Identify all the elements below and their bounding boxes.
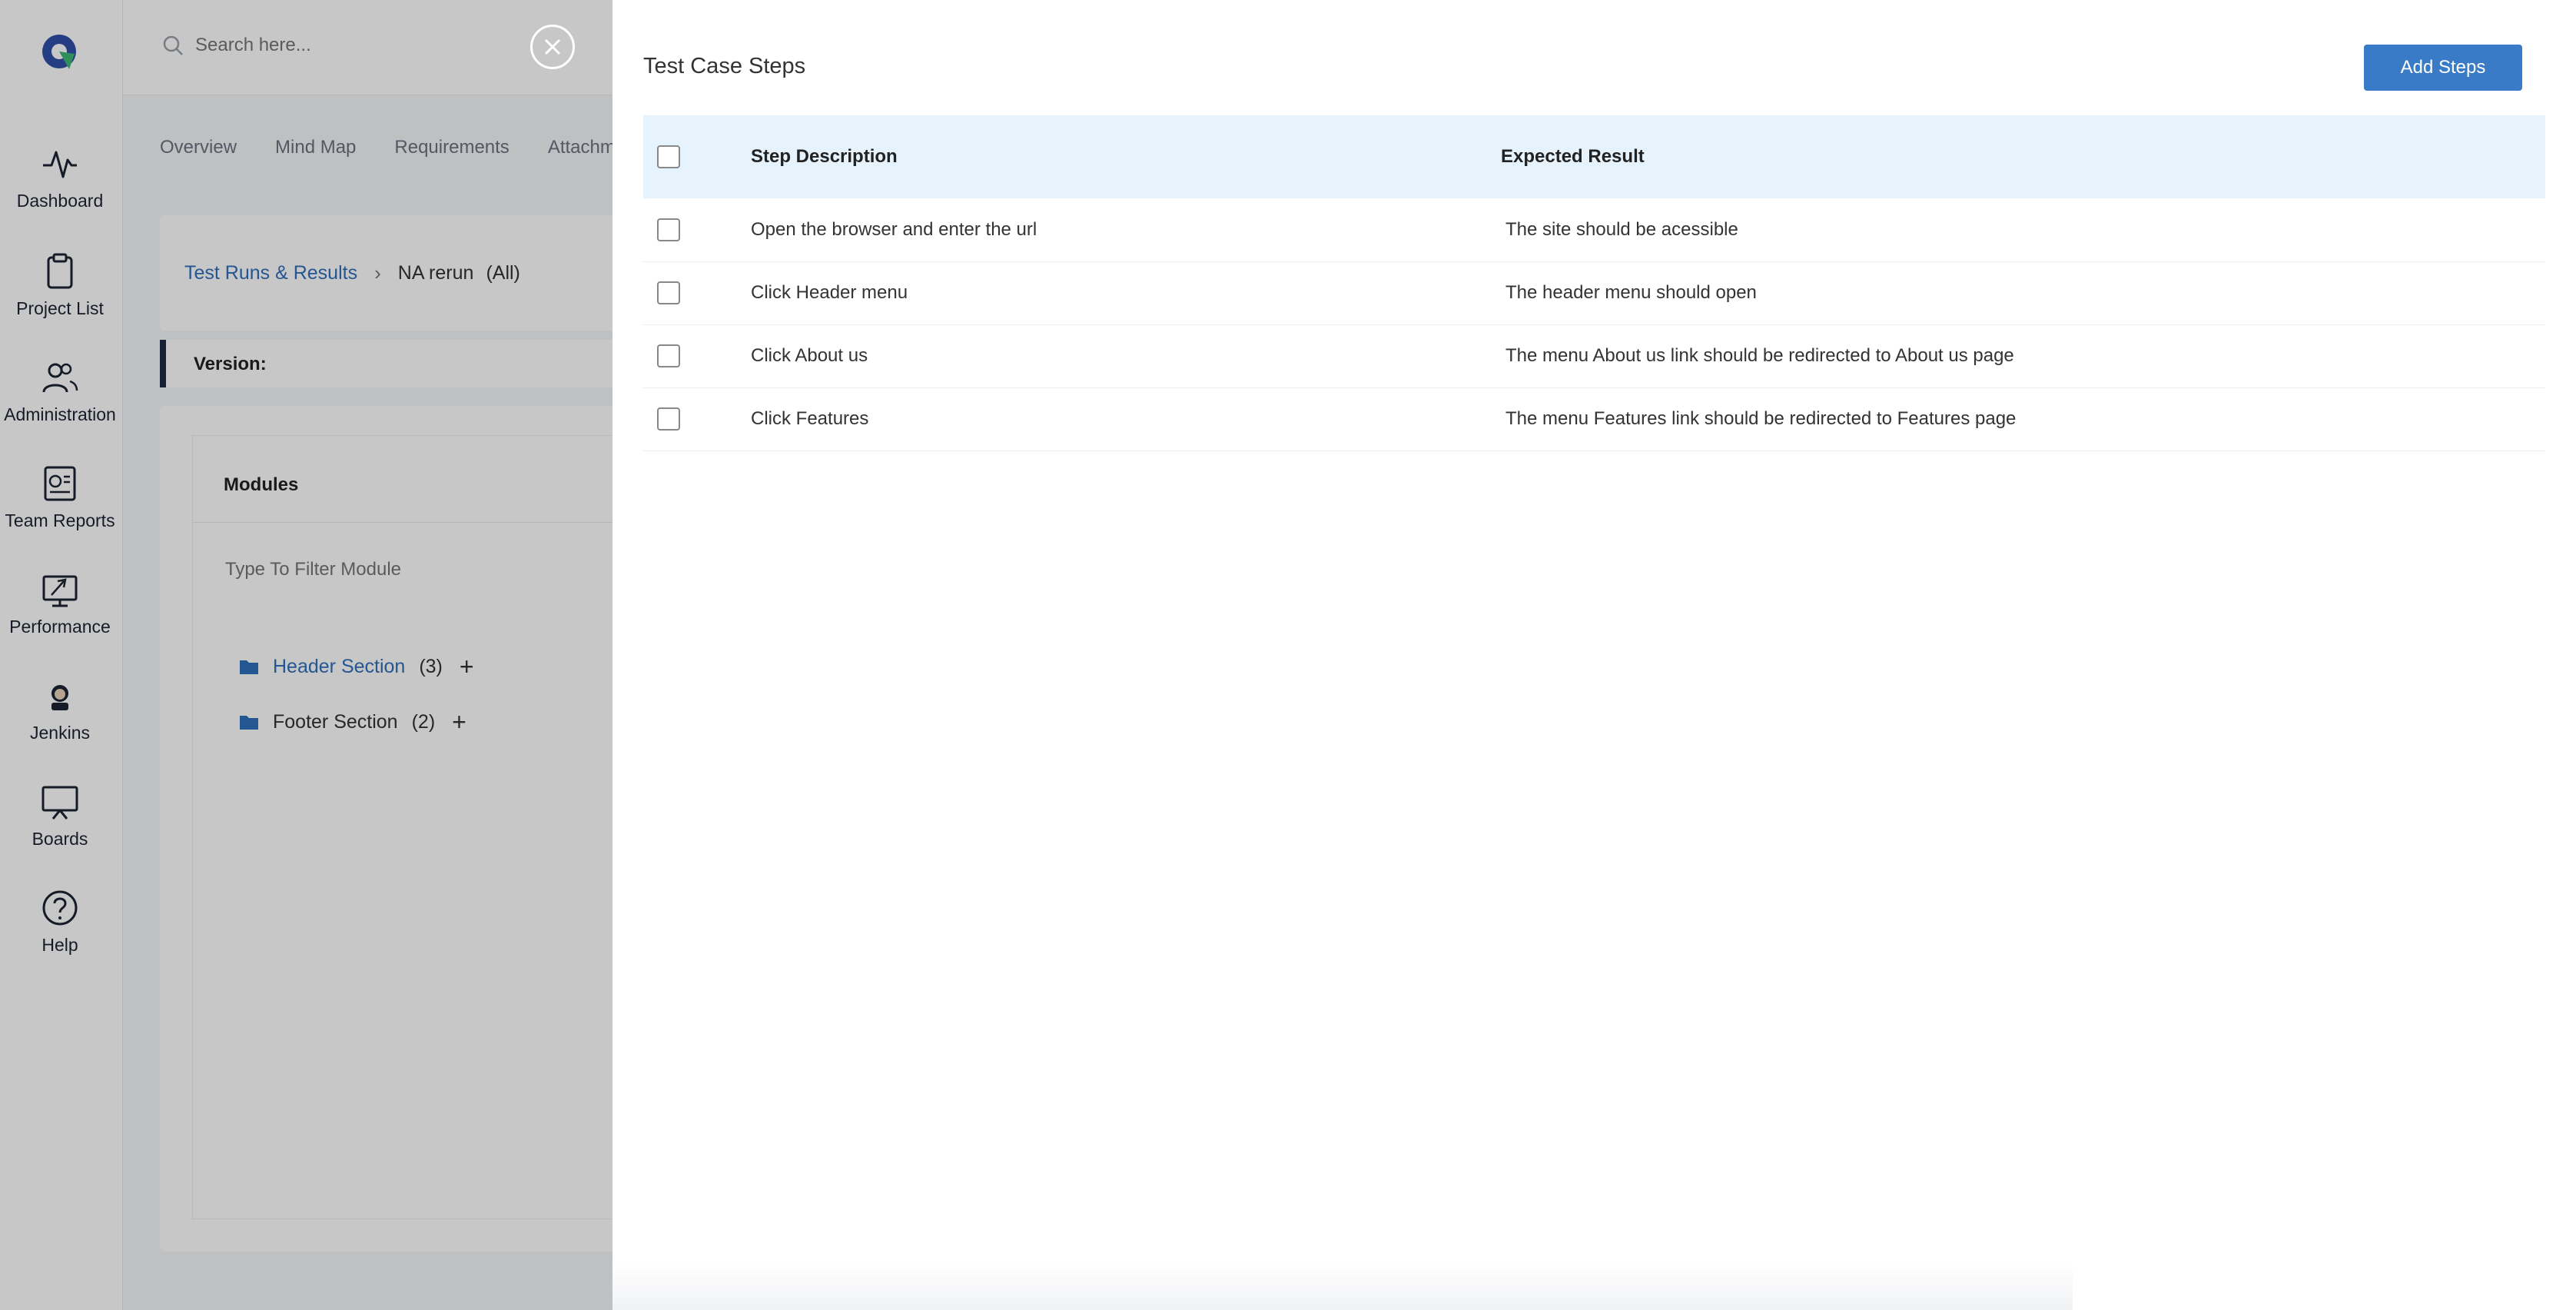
drawer-title: Test Case Steps (643, 54, 806, 78)
scroll-shadow (612, 1264, 2073, 1310)
expected-result: The menu About us link should be redirec… (1505, 345, 2014, 366)
column-header-description: Step Description (751, 146, 898, 167)
row-checkbox[interactable] (657, 407, 680, 431)
step-description: Click About us (751, 345, 868, 366)
row-checkbox-cell (643, 387, 751, 451)
close-icon (544, 38, 561, 55)
table-row: Click About us The menu About us link sh… (643, 324, 2545, 387)
header-checkbox-cell (643, 115, 751, 198)
expected-result: The site should be acessible (1505, 218, 1738, 240)
row-checkbox-cell (643, 198, 751, 261)
add-steps-button[interactable]: Add Steps (2364, 45, 2522, 91)
row-checkbox[interactable] (657, 281, 680, 304)
table-row: Open the browser and enter the url The s… (643, 198, 2545, 261)
step-description: Click Header menu (751, 282, 908, 303)
table-row: Click Features The menu Features link sh… (643, 387, 2545, 451)
select-all-checkbox[interactable] (657, 145, 680, 168)
table-header-row: Step Description Expected Result (643, 115, 2545, 198)
step-description: Open the browser and enter the url (751, 218, 1037, 240)
row-checkbox-cell (643, 324, 751, 387)
expected-result: The header menu should open (1505, 282, 1757, 303)
step-description: Click Features (751, 408, 869, 429)
close-drawer-button[interactable] (530, 25, 575, 69)
table-row: Click Header menu The header menu should… (643, 261, 2545, 324)
column-header-expected: Expected Result (1501, 146, 1645, 167)
test-case-steps-drawer: Test Case Steps Add Steps Step Descripti… (612, 0, 2576, 1310)
row-checkbox-cell (643, 261, 751, 324)
row-checkbox[interactable] (657, 218, 680, 241)
row-checkbox[interactable] (657, 344, 680, 367)
steps-table: Step Description Expected Result Open th… (643, 115, 2545, 451)
expected-result: The menu Features link should be redirec… (1505, 408, 2017, 429)
